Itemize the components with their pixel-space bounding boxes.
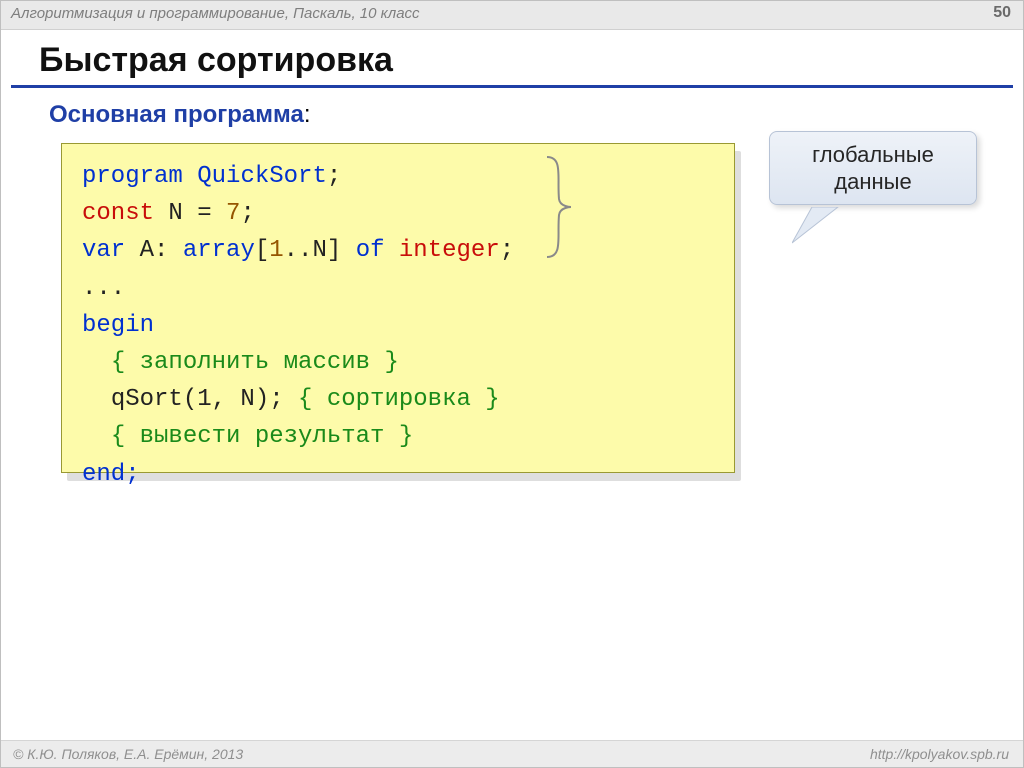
code-box: program QuickSort; const N = 7; var A: a… <box>61 143 735 473</box>
callout-line1: глобальные <box>812 142 934 167</box>
code-text: [ <box>255 237 269 264</box>
keyword-var: var <box>82 237 125 264</box>
code-text: N <box>312 237 326 264</box>
subtitle-text: Основная программа <box>49 101 304 128</box>
comment-output: { вывести результат } <box>111 423 413 450</box>
comment-fill-array: { заполнить массив } <box>111 349 399 376</box>
subtitle: Основная программа: <box>49 101 310 129</box>
code-space <box>385 237 399 264</box>
keyword-begin: begin <box>82 312 154 339</box>
keyword-integer: integer <box>399 237 500 264</box>
keyword-of: of <box>356 237 385 264</box>
keyword-const: const <box>82 200 154 227</box>
comment-sort: { сортировка } <box>298 386 500 413</box>
callout-line2: данные <box>834 169 911 194</box>
keyword-end: end; <box>82 461 140 488</box>
course-info: Алгоритмизация и программирование, Паска… <box>11 5 420 22</box>
footer-copyright: © К.Ю. Поляков, Е.А. Ерёмин, 2013 <box>13 746 243 762</box>
number-literal: 1 <box>269 237 283 264</box>
code-content: program QuickSort; const N = 7; var A: a… <box>82 158 714 493</box>
keyword-program: program <box>82 163 183 190</box>
code-text: ] <box>327 237 356 264</box>
code-text: ; <box>240 200 254 227</box>
code-indent <box>82 349 111 376</box>
code-text: = <box>183 200 226 227</box>
code-ellipsis: ... <box>82 275 125 302</box>
title-underline <box>11 85 1013 88</box>
callout-global-data: глобальные данные <box>769 131 977 205</box>
slide-title: Быстрая сортировка <box>39 41 393 80</box>
code-call-qsort: qSort(1, N); <box>111 386 298 413</box>
code-text: A: <box>125 237 183 264</box>
code-indent <box>82 423 111 450</box>
page-number: 50 <box>993 4 1011 22</box>
curly-brace-icon <box>545 153 579 261</box>
code-space <box>183 163 197 190</box>
keyword-array: array <box>183 237 255 264</box>
subtitle-colon: : <box>304 101 311 128</box>
footer-url: http://kpolyakov.spb.ru <box>870 746 1009 762</box>
code-indent <box>82 386 111 413</box>
number-literal: 7 <box>226 200 240 227</box>
identifier-quicksort: QuickSort <box>197 163 327 190</box>
code-text: ; <box>327 163 341 190</box>
slide: Алгоритмизация и программирование, Паска… <box>0 0 1024 768</box>
code-text: .. <box>284 237 313 264</box>
code-text: N <box>154 200 183 227</box>
code-text: ; <box>500 237 514 264</box>
